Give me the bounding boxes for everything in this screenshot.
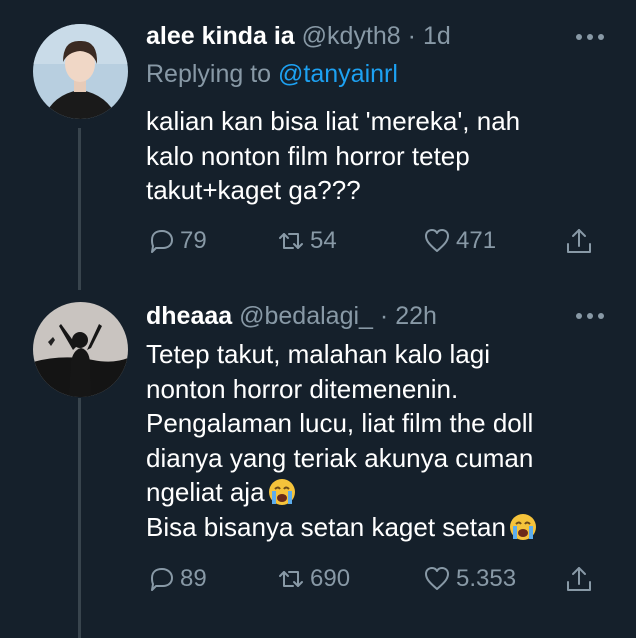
thread-line [78,398,81,638]
separator-dot: · [407,22,416,50]
tweet-text-segment: ngeliat aja [146,477,265,507]
tweet-2[interactable]: dheaaa @bedalagi_ · 22h Tetep takut, mal… [0,290,636,638]
tweet-header: alee kinda ia @kdyth8 · 1d [146,22,451,51]
user-handle[interactable]: @kdyth8 [302,22,401,50]
retweet-button[interactable]: 690 [276,562,350,596]
loudly-crying-face-emoji [268,479,295,505]
reply-bubble-icon [151,230,173,253]
reply-count: 79 [180,227,207,254]
tweet-actions: 89 690 5.353 [146,562,596,596]
tweet-text-line: dianya yang teriak akunya cuman [146,442,534,473]
display-name[interactable]: dheaaa [146,302,232,330]
reply-bubble-icon [151,568,173,591]
avatar[interactable] [33,302,128,397]
tweet-text-line: Bisa bisanya setan kaget setan [146,510,538,545]
tweet-text: kalian kan bisa liat 'mereka', nah kalo … [146,104,520,208]
tweet-text-line: takut+kaget ga??? [146,175,361,205]
like-button[interactable]: 5.353 [422,562,516,596]
separator-dot: · [379,302,389,330]
tweet-text-line: Tetep takut, malahan kalo lagi [146,339,490,369]
tweet-text-segment: Bisa bisanya setan kaget setan [146,511,506,542]
retweet-icon [279,571,303,587]
tweet-text-line: Pengalaman lucu, liat film the doll [146,408,534,438]
tweet-header: dheaaa @bedalagi_ · 22h [146,302,437,331]
avatar[interactable] [33,24,128,119]
display-name[interactable]: alee kinda ia [146,22,295,50]
loudly-crying-face-emoji [509,513,536,540]
tweet-1[interactable]: alee kinda ia @kdyth8 · 1d Replying to @… [0,0,636,290]
tweet-text-line: nonton horror ditemenenin. [146,373,459,404]
like-count: 471 [456,227,497,254]
share-button[interactable] [564,562,594,596]
replying-prefix: Replying to [146,60,272,88]
tweet-text: Tetep takut, malahan kalo lagi nonton ho… [146,337,538,544]
timestamp[interactable]: 1d [423,22,451,50]
replying-to: Replying to @tanyainrl [146,60,398,89]
tweet-text-line: kalian kan bisa liat 'mereka', nah [146,106,521,136]
retweet-icon [279,233,303,249]
replying-mention-link[interactable]: @tanyainrl [278,60,398,88]
reply-button[interactable]: 89 [146,562,207,596]
tweet-text-line: ngeliat aja [146,475,538,510]
heart-icon [425,567,449,590]
like-button[interactable]: 471 [422,224,496,258]
thread-line [78,128,81,290]
timestamp[interactable]: 22h [395,302,437,330]
share-icon [567,567,591,591]
heart-icon [425,229,449,252]
retweet-button[interactable]: 54 [276,224,337,258]
reply-count: 89 [180,565,207,592]
more-dots-icon[interactable] [574,32,606,42]
retweet-count: 690 [310,565,351,592]
reply-button[interactable]: 79 [146,224,207,258]
retweet-count: 54 [310,227,337,254]
tweet-text-line: kalo nonton film horror tetep [146,140,470,171]
share-icon [567,229,591,253]
tweet-actions: 79 54 471 [146,224,596,258]
share-button[interactable] [564,224,594,258]
user-handle[interactable]: @bedalagi_ [239,302,373,330]
like-count: 5.353 [456,565,517,592]
more-dots-icon[interactable] [574,311,606,321]
